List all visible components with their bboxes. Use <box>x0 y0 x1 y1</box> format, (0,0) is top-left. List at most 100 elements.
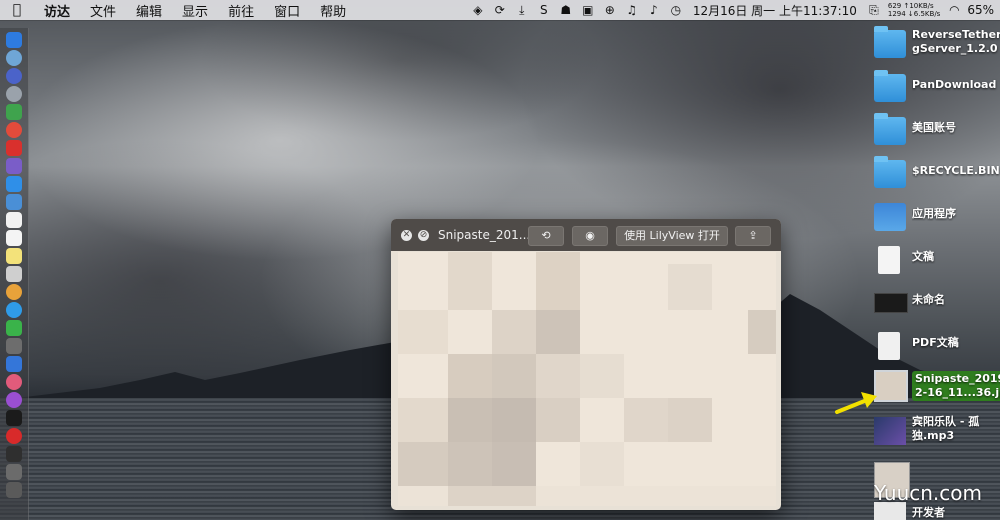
desktop-item-label: 美国账号 <box>912 121 956 134</box>
apple-icon[interactable]:  <box>0 2 34 18</box>
dock-siri-icon[interactable] <box>6 68 22 84</box>
menu-help[interactable]: 帮助 <box>310 1 356 20</box>
watermark-text: Yuucn.com <box>873 481 982 505</box>
desktop-item-label: $RECYCLE.BIN <box>912 164 1000 177</box>
input-icon[interactable]: ⎘ <box>863 0 885 20</box>
desktop-item-label: gServer_1.2.0 <box>912 42 998 55</box>
rotate-icon: ⟲ <box>541 229 551 242</box>
network-download: 1294 ↓6.5KB/s <box>887 10 941 18</box>
menu-app-finder[interactable]: 访达 <box>34 1 80 20</box>
folder-icon <box>874 26 906 58</box>
dock-launchpad-icon[interactable] <box>6 86 22 102</box>
music-icon[interactable]: ♫ <box>621 0 643 20</box>
applications-icon <box>874 203 906 231</box>
menubar-clock[interactable]: 12月16日 周一 上午11:37:10 <box>687 2 863 19</box>
sync-icon[interactable]: ⟳ <box>489 0 511 20</box>
dock-app-red-icon[interactable] <box>6 140 22 156</box>
share-icon: ⇪ <box>748 229 758 242</box>
globe-icon[interactable]: ⊕ <box>599 0 621 20</box>
wifi-icon[interactable]: ◠ <box>943 0 965 20</box>
dock-app-purple-icon[interactable] <box>6 158 22 174</box>
dock-trash-icon[interactable] <box>6 482 22 498</box>
dock-podcasts-icon[interactable] <box>6 392 22 408</box>
audio-file-icon <box>874 417 906 445</box>
snipaste-icon[interactable]: ▣ <box>577 0 599 20</box>
dock-terminal-icon[interactable] <box>6 446 22 462</box>
dock-contacts-icon[interactable] <box>6 212 22 228</box>
dock-app-gray-icon[interactable] <box>6 464 22 480</box>
tux-icon[interactable]: ☗ <box>555 0 577 20</box>
network-speed[interactable]: 629 ↑10KB/s 1294 ↓6.5KB/s <box>885 2 943 18</box>
bell-icon[interactable]: ♪ <box>643 0 665 20</box>
desktop-item-label: 应用程序 <box>912 207 956 220</box>
desktop-item-label: PDF文稿 <box>912 336 959 349</box>
desktop-item-label: 2-16_11...36.jpeg <box>915 386 1000 399</box>
annotation-arrow-icon <box>835 392 877 414</box>
menu-go[interactable]: 前往 <box>218 1 264 20</box>
dock-keynote-icon[interactable] <box>6 356 22 372</box>
dock-finder-icon[interactable] <box>6 32 22 48</box>
desktop-item-pandownload[interactable]: PanDownload <box>870 70 1000 110</box>
folder-icon <box>874 113 906 145</box>
folder-icon <box>874 156 906 188</box>
image-thumbnail-icon <box>874 293 908 313</box>
menu-view[interactable]: 显示 <box>172 1 218 20</box>
desktop-item-documents[interactable]: 文稿 <box>870 242 1000 282</box>
dock-android-icon[interactable] <box>6 104 22 120</box>
quicklook-image-preview <box>398 252 776 506</box>
document-icon <box>878 246 900 274</box>
dock-safari-icon[interactable] <box>6 50 22 66</box>
desktop-item-us-account[interactable]: 美国账号 <box>870 113 1000 153</box>
vpn-icon[interactable]: ◈ <box>467 0 489 20</box>
network-upload: 629 ↑10KB/s <box>887 2 934 10</box>
dock <box>0 28 29 520</box>
open-with-lilyview-button[interactable]: 使用 LilyView 打开 <box>616 226 728 246</box>
desktop-item-mp3[interactable]: 宾阳乐队 - 孤 独.mp3 <box>870 413 1000 453</box>
desktop-item-label: PanDownload <box>912 78 997 91</box>
fullscreen-icon[interactable]: ⊘ <box>418 230 429 241</box>
dock-settings-icon[interactable] <box>6 338 22 354</box>
dock-itunes-icon[interactable] <box>6 374 22 390</box>
dock-vivaldi-icon[interactable] <box>6 428 22 444</box>
dock-facetime-icon[interactable] <box>6 320 22 336</box>
desktop-item-untitled[interactable]: 未命名 <box>870 285 1000 325</box>
pdf-document-icon <box>878 332 900 360</box>
close-icon[interactable]: ✕ <box>401 230 412 241</box>
menu-window[interactable]: 窗口 <box>264 1 310 20</box>
desktop-item-reversetethering[interactable]: ReverseTetherin gServer_1.2.0 <box>870 26 1000 66</box>
dock-reminders-icon[interactable] <box>6 266 22 282</box>
markup-icon: ◉ <box>585 229 595 242</box>
menu-file[interactable]: 文件 <box>80 1 126 20</box>
desktop-item-label: 宾阳乐队 - 孤 <box>912 415 980 428</box>
desktop-item-applications[interactable]: 应用程序 <box>870 199 1000 239</box>
menu-edit[interactable]: 编辑 <box>126 1 172 20</box>
quicklook-window: ✕ ⊘ Snipaste_201... ⟲ ◉ 使用 LilyView 打开 ⇪ <box>391 219 781 510</box>
quicklook-title: Snipaste_201... <box>438 228 531 242</box>
dock-chrome-icon[interactable] <box>6 122 22 138</box>
s-icon[interactable]: S <box>533 0 555 20</box>
markup-button[interactable]: ◉ <box>572 226 608 246</box>
battery-percent[interactable]: 65% <box>965 3 1000 17</box>
status-area: ◈ ⟳ ⤓ S ☗ ▣ ⊕ ♫ ♪ ◷ 12月16日 周一 上午11:37:10… <box>467 0 1000 20</box>
desktop-item-snipaste-jpeg[interactable]: Snipaste_2019-1 2-16_11...36.jpeg <box>870 370 1000 404</box>
share-button[interactable]: ⇪ <box>735 226 771 246</box>
dock-appletv-icon[interactable] <box>6 410 22 426</box>
dock-messages-icon[interactable] <box>6 302 22 318</box>
dock-preview-icon[interactable] <box>6 194 22 210</box>
dock-photos-icon[interactable] <box>6 284 22 300</box>
quicklook-titlebar: ✕ ⊘ Snipaste_201... ⟲ ◉ 使用 LilyView 打开 ⇪ <box>391 219 781 251</box>
dock-calendar-icon[interactable] <box>6 230 22 246</box>
desktop-item-label: 文稿 <box>912 250 934 263</box>
desktop-item-label: 独.mp3 <box>912 429 955 442</box>
desktop-item-pdf-docs[interactable]: PDF文稿 <box>870 328 1000 368</box>
download-icon[interactable]: ⤓ <box>511 0 533 20</box>
rotate-button[interactable]: ⟲ <box>528 226 564 246</box>
desktop-item-label: Snipaste_2019-1 <box>915 372 1000 385</box>
desktop-item-label: 开发者 <box>912 506 945 519</box>
menu-bar:  访达 文件 编辑 显示 前往 窗口 帮助 ◈ ⟳ ⤓ S ☗ ▣ ⊕ ♫ ♪… <box>0 0 1000 20</box>
desktop-item-recycle-bin[interactable]: $RECYCLE.BIN <box>870 156 1000 196</box>
folder-icon <box>874 70 906 102</box>
clock-icon[interactable]: ◷ <box>665 0 687 20</box>
dock-notes-icon[interactable] <box>6 248 22 264</box>
dock-appstore-icon[interactable] <box>6 176 22 192</box>
